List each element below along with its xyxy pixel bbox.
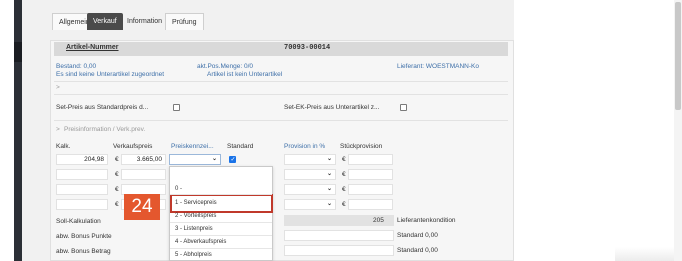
currency-symbol: € — [342, 171, 346, 178]
expand-chevron[interactable]: > — [56, 84, 60, 91]
divider — [54, 81, 508, 82]
col-commission-percent: Provision in % — [284, 143, 326, 150]
tab-information[interactable]: Information — [121, 13, 168, 30]
subarticle-info: Es sind keine Unterartikel zugeordnet — [56, 71, 165, 78]
supplier-info: Lieferant: WOESTMANN-Ko — [397, 63, 479, 70]
chevron-down-icon: ⌄ — [327, 171, 333, 177]
bonus-points-input[interactable] — [284, 230, 394, 241]
col-standard: Standard — [227, 143, 254, 150]
kalk-input[interactable]: 204,98 — [56, 154, 108, 165]
kalk-input[interactable] — [56, 199, 108, 210]
currency-symbol: € — [115, 186, 119, 193]
unit-commission-input[interactable] — [348, 169, 393, 180]
currency-symbol: € — [342, 186, 346, 193]
right-shadow — [615, 247, 675, 261]
article-number-value: 70093-00014 — [284, 44, 331, 52]
step-number-badge: 24 — [124, 194, 160, 220]
unit-commission-input[interactable] — [348, 154, 393, 165]
dropdown-option-highlighted[interactable]: 1 - Servicepreis — [175, 200, 217, 206]
target-calculation-value: 205 — [373, 217, 384, 224]
unit-commission-input[interactable] — [348, 184, 393, 195]
option-divider — [170, 222, 272, 223]
set-price-checkbox[interactable] — [173, 104, 180, 111]
bonus-points-label: abw. Bonus Punkte — [56, 233, 112, 240]
dropdown-option[interactable]: 2 - Vorteilspreis — [175, 213, 216, 219]
standard-checkbox[interactable] — [229, 156, 236, 163]
set-ek-price-label: Set-EK-Preis aus Unterartikel z... — [284, 104, 380, 111]
dropdown-option[interactable]: 0 - — [175, 186, 182, 192]
set-ek-price-checkbox[interactable] — [400, 104, 407, 111]
dropdown-option[interactable]: 3 - Listenpreis — [175, 226, 213, 232]
section-chevron[interactable]: > — [56, 126, 60, 133]
kalk-input[interactable] — [56, 169, 108, 180]
article-header-bar — [54, 42, 508, 56]
target-calculation-label: Soll-Kalkulation — [56, 218, 101, 225]
col-unit-commission: Stückprovision — [340, 143, 383, 150]
currency-symbol: € — [342, 156, 346, 163]
position-quantity-info: akt.Pos.Menge: 0/0 — [197, 63, 254, 70]
bonus-amount-input[interactable] — [284, 245, 394, 256]
price-info-section-title[interactable]: Preisinformation / Verk.prev. — [64, 126, 145, 133]
scrollbar-thumb[interactable] — [675, 2, 681, 110]
sales-price-input[interactable] — [121, 169, 166, 180]
left-margin — [0, 0, 14, 261]
option-divider — [170, 235, 272, 236]
col-sales-price: Verkaufspreis — [113, 143, 153, 150]
left-sidebar-bar — [14, 0, 22, 261]
tab-verkauf[interactable]: Verkauf — [87, 13, 123, 30]
chevron-down-icon: ⌄ — [327, 186, 333, 192]
kalk-input[interactable] — [56, 184, 108, 195]
col-kalk: Kalk. — [56, 143, 71, 150]
currency-symbol: € — [115, 156, 119, 163]
article-number-label: Artikel-Nummer — [66, 44, 119, 51]
col-price-code: Preiskennzei... — [171, 143, 214, 150]
not-subarticle-info: Artikel ist kein Unterartikel — [207, 71, 283, 78]
unit-commission-input[interactable] — [348, 199, 393, 210]
chevron-down-icon: ⌄ — [327, 156, 333, 162]
chevron-down-icon: ⌄ — [327, 201, 333, 207]
divider — [54, 120, 508, 121]
stock-info: Bestand: 0,00 — [56, 63, 97, 70]
dropdown-option[interactable]: 5 - Abholpreis — [175, 252, 212, 258]
left-sidebar-marker — [14, 42, 22, 62]
right-empty-area — [514, 0, 682, 261]
currency-symbol: € — [115, 171, 119, 178]
bonus-amount-label: abw. Bonus Betrag — [56, 248, 111, 255]
standard-value-1: Standard 0,00 — [397, 232, 438, 239]
currency-symbol: € — [342, 201, 346, 208]
dropdown-option[interactable]: 4 - Abverkaufspreis — [175, 239, 226, 245]
set-price-label: Set-Preis aus Standardpreis d... — [56, 104, 149, 111]
divider — [54, 94, 508, 95]
chevron-down-icon: ⌄ — [212, 156, 218, 162]
sales-price-input[interactable]: 3.665,00 — [121, 154, 166, 165]
standard-value-2: Standard 0,00 — [397, 247, 438, 254]
option-divider — [170, 248, 272, 249]
currency-symbol: € — [115, 201, 119, 208]
supplier-condition-label: Lieferantenkondition — [397, 217, 456, 224]
tab-pruefung[interactable]: Prüfung — [165, 13, 204, 30]
option-divider — [170, 194, 272, 195]
